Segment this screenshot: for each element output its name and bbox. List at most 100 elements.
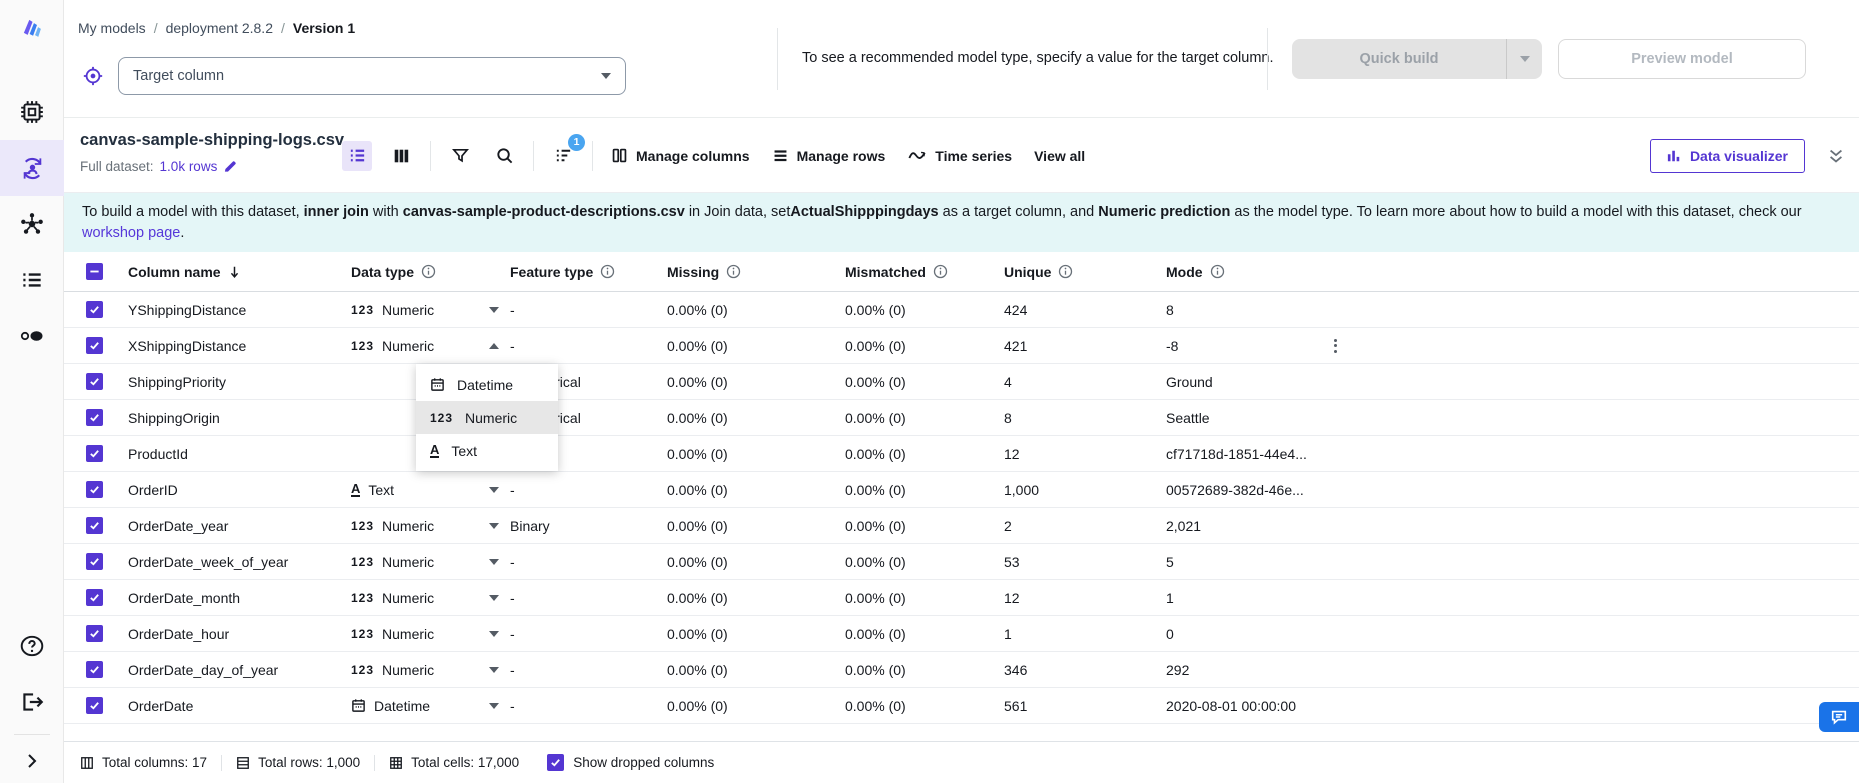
view-all-button[interactable]: View all [1030,142,1089,170]
table-header: Column name Data type Feature type Missi… [64,252,1859,292]
table-row: OrderDate_month 123Numeric - 0.00% (0) 0… [64,580,1859,616]
cell-feature-type: - [510,662,667,678]
menu-item-label: Text [451,443,477,459]
sort-button[interactable]: 1 [548,141,578,171]
data-type-select[interactable]: 123Numeric [351,338,499,354]
row-actions-kebab-button[interactable] [1326,339,1344,353]
dataset-toolbar: canvas-sample-shipping-logs.csv Full dat… [64,118,1859,193]
target-column-placeholder: Target column [133,68,224,84]
sidebar-item-automl[interactable] [0,140,64,196]
header-label: Mismatched [845,264,926,280]
data-visualizer-button[interactable]: Data visualizer [1650,139,1805,173]
chip-icon [19,99,45,125]
preview-model-button[interactable]: Preview model [1558,39,1806,79]
row-checkbox[interactable] [86,517,103,534]
breadcrumb-deployment[interactable]: deployment 2.8.2 [166,20,273,36]
table-row: OrderDate_year 123Numeric Binary 0.00% (… [64,508,1859,544]
dots-icon [18,322,46,350]
menu-item-datetime[interactable]: Datetime [416,368,558,401]
sidebar-item-dots[interactable] [0,308,64,364]
row-checkbox[interactable] [86,301,103,318]
info-icon[interactable] [933,264,948,279]
target-column-select[interactable]: Target column [118,57,626,95]
manage-columns-button[interactable]: Manage columns [607,141,754,170]
grid-view-button[interactable] [386,141,416,171]
data-type-label: Numeric [382,590,434,606]
logout-button[interactable] [0,674,64,730]
cell-unique: 4 [1004,374,1166,390]
chevron-down-icon [489,631,499,637]
cell-mismatched: 0.00% (0) [845,698,1004,714]
target-icon [82,65,104,87]
rows-count-link[interactable]: 1.0k rows [160,159,218,174]
row-checkbox[interactable] [86,409,103,426]
time-series-button[interactable]: Time series [903,141,1016,170]
quick-build-dropdown-button[interactable] [1506,39,1542,79]
data-type-select[interactable]: AText [351,482,499,498]
cell-mode: 0 [1166,626,1326,642]
data-type-select[interactable]: Datetime [351,698,499,714]
select-all-checkbox[interactable] [86,263,103,280]
edit-pencil-icon[interactable] [223,159,238,174]
chat-icon [1830,708,1848,726]
time-series-icon [907,147,927,164]
row-checkbox[interactable] [86,373,103,390]
row-checkbox[interactable] [86,445,103,462]
workshop-page-link[interactable]: workshop page [82,225,180,241]
chat-widget-button[interactable] [1819,702,1859,732]
table-row: OrderDate Datetime - 0.00% (0) 0.00% (0)… [64,688,1859,724]
breadcrumb-my-models[interactable]: My models [78,20,146,36]
info-icon[interactable] [600,264,615,279]
sidebar-item-list[interactable] [0,252,64,308]
info-icon[interactable] [421,264,436,279]
cell-mismatched: 0.00% (0) [845,374,1004,390]
row-checkbox[interactable] [86,661,103,678]
chevron-down-icon [489,667,499,673]
cell-column-name: OrderDate_hour [128,626,351,642]
row-checkbox[interactable] [86,481,103,498]
row-checkbox[interactable] [86,697,103,714]
divider [374,755,375,771]
data-type-select[interactable]: 123Numeric [351,302,499,318]
text-type-icon: A [430,443,439,458]
header-label: Unique [1004,264,1051,280]
cell-column-name: ShippingPriority [128,374,351,390]
datetime-type-icon [351,698,366,713]
data-type-select[interactable]: 123Numeric [351,626,499,642]
info-icon[interactable] [1210,264,1225,279]
automl-icon [19,155,46,182]
list-view-icon [348,146,367,165]
info-icon[interactable] [1058,264,1073,279]
row-checkbox[interactable] [86,337,103,354]
menu-item-numeric[interactable]: 123Numeric [416,401,558,434]
row-checkbox[interactable] [86,553,103,570]
show-dropped-columns-checkbox[interactable] [547,754,564,771]
data-type-select[interactable]: 123Numeric [351,554,499,570]
data-type-select[interactable]: 123Numeric [351,662,499,678]
double-chevron-down-icon[interactable] [1827,147,1845,165]
data-type-select[interactable]: 123Numeric [351,518,499,534]
cell-feature-type: Binary [510,518,667,534]
cell-unique: 421 [1004,338,1166,354]
row-checkbox[interactable] [86,589,103,606]
filter-button[interactable] [445,141,475,171]
chevron-right-icon [24,753,40,769]
divider [221,755,222,771]
app-logo[interactable] [0,0,64,56]
cell-mode: 8 [1166,302,1326,318]
sidebar-item-hub[interactable] [0,196,64,252]
quick-build-button[interactable]: Quick build [1292,39,1542,79]
header-label: Feature type [510,264,593,280]
menu-item-text[interactable]: A Text [416,434,558,467]
expand-sidebar-button[interactable] [0,739,64,783]
row-checkbox[interactable] [86,625,103,642]
sidebar-item-chip[interactable] [0,84,64,140]
help-button[interactable] [0,618,64,674]
data-type-select[interactable]: 123Numeric [351,590,499,606]
info-icon[interactable] [726,264,741,279]
search-button[interactable] [489,141,519,171]
header-missing: Missing [667,264,845,280]
list-view-button[interactable] [342,141,372,171]
manage-rows-button[interactable]: Manage rows [768,141,890,170]
header-column-name[interactable]: Column name [128,264,351,280]
